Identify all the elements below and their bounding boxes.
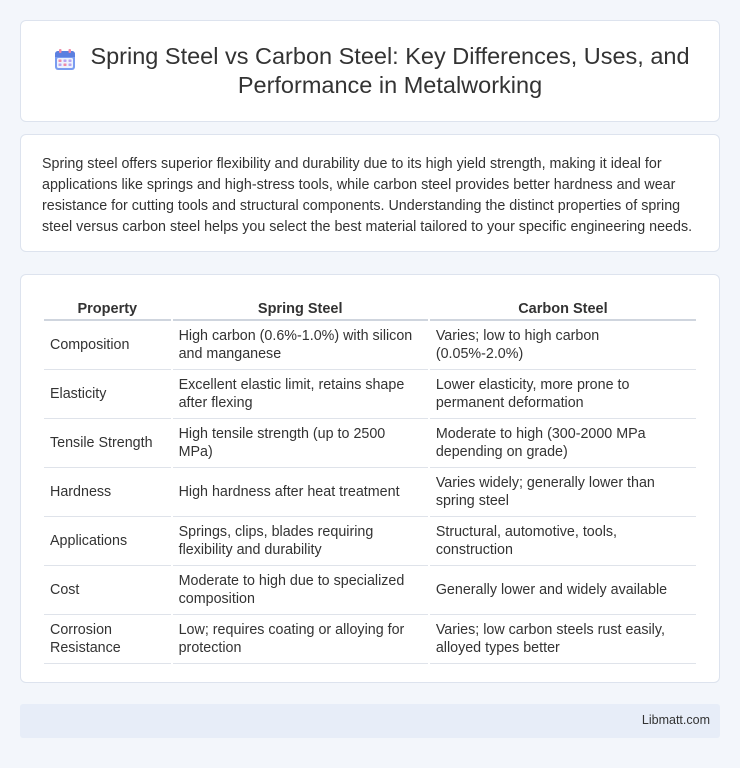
row-spring-steel: High tensile strength (up to 2500 MPa) (172, 419, 428, 468)
footer-site-name: Libmatt.com (641, 713, 710, 727)
intro-paragraph: Spring steel offers superior flexibility… (42, 156, 693, 235)
table-card: Property Spring Steel Carbon Steel Compo… (20, 274, 720, 683)
footer-bar: Libmatt.com (20, 704, 720, 738)
row-property: Applications (44, 517, 171, 566)
page-title: Spring Steel vs Carbon Steel: Key Differ… (90, 43, 690, 98)
row-spring-steel: Low; requires coating or alloying for pr… (172, 615, 428, 664)
row-property: Corrosion Resistance (44, 615, 171, 664)
row-property: Composition (44, 321, 171, 370)
row-property: Cost (44, 566, 171, 615)
table-row: Applications Springs, clips, blades requ… (44, 517, 696, 566)
table-row: Elasticity Excellent elastic limit, reta… (44, 370, 696, 419)
row-spring-steel: Springs, clips, blades requiring flexibi… (172, 517, 428, 566)
row-carbon-steel: Generally lower and widely available (429, 566, 696, 615)
row-carbon-steel: Lower elasticity, more prone to permanen… (429, 370, 696, 419)
row-carbon-steel: Varies; low carbon steels rust easily, a… (429, 615, 696, 664)
row-property: Elasticity (44, 370, 171, 419)
row-property: Tensile Strength (44, 419, 171, 468)
header-carbon-steel: Carbon Steel (429, 295, 696, 321)
row-spring-steel: High hardness after heat treatment (172, 468, 428, 517)
row-property: Hardness (44, 468, 171, 517)
table-row: Hardness High hardness after heat treatm… (44, 468, 696, 517)
row-spring-steel: Moderate to high due to specialized comp… (172, 566, 428, 615)
row-carbon-steel: Varies; low to high carbon (0.05%-2.0%) (429, 321, 696, 370)
row-carbon-steel: Moderate to high (300-2000 MPa depending… (429, 419, 696, 468)
table-row: Composition High carbon (0.6%-1.0%) with… (44, 321, 696, 370)
comparison-table: Property Spring Steel Carbon Steel Compo… (42, 295, 698, 664)
intro-card: Spring steel offers superior flexibility… (20, 134, 720, 252)
title-card: Spring Steel vs Carbon Steel: Key Differ… (20, 20, 720, 122)
row-carbon-steel: Structural, automotive, tools, construct… (429, 517, 696, 566)
table-row: Tensile Strength High tensile strength (… (44, 419, 696, 468)
row-carbon-steel: Varies widely; generally lower than spri… (429, 468, 696, 517)
row-spring-steel: High carbon (0.6%-1.0%) with silicon and… (172, 321, 428, 370)
header-property: Property (44, 295, 171, 321)
table-row: Corrosion Resistance Low; requires coati… (44, 615, 696, 664)
header-spring-steel: Spring Steel (172, 295, 428, 321)
table-header-row: Property Spring Steel Carbon Steel (44, 295, 696, 321)
row-spring-steel: Excellent elastic limit, retains shape a… (172, 370, 428, 419)
table-row: Cost Moderate to high due to specialized… (44, 566, 696, 615)
